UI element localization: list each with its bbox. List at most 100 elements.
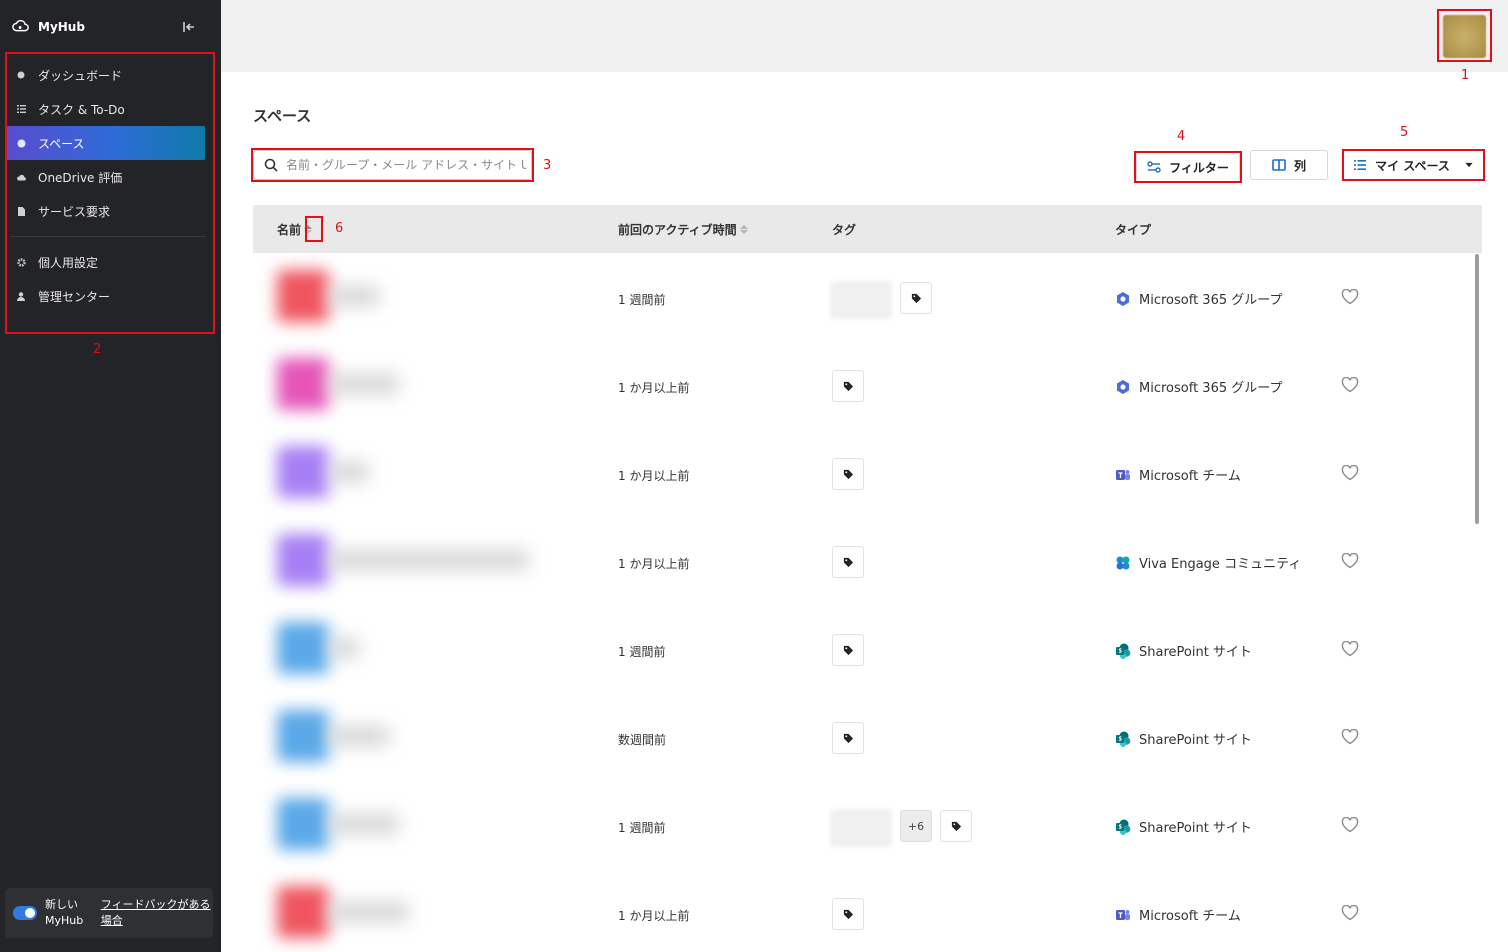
space-name[interactable] <box>269 444 589 506</box>
last-active-cell: 1 週間前 <box>618 293 666 307</box>
tag-icon <box>843 733 854 744</box>
page-title: スペース <box>253 107 312 125</box>
add-tag-button[interactable] <box>832 458 864 490</box>
type-cell: Microsoft チーム <box>1115 905 1241 924</box>
type-label: Microsoft チーム <box>1139 469 1241 484</box>
table-row[interactable]: 1 週間前 Microsoft 365 グループ <box>253 254 1475 342</box>
sidebar-item-service-request[interactable]: サービス要求 <box>6 194 206 228</box>
view-select-dropdown[interactable]: マイ スペース <box>1343 150 1484 180</box>
table-row[interactable]: 1 週間前 +6 SharePoint サイト <box>253 782 1475 870</box>
space-name[interactable] <box>269 532 589 594</box>
sidebar-item-onedrive[interactable]: OneDrive 評価 <box>6 160 206 194</box>
viva-engage-icon <box>1115 555 1131 571</box>
new-myhub-toggle-panel: 新しい MyHub フィードバックがある場合 <box>5 888 213 938</box>
type-label: Microsoft チーム <box>1139 909 1241 924</box>
table-row[interactable]: 1 週間前 SharePoint サイト <box>253 606 1475 694</box>
add-tag-button[interactable] <box>832 634 864 666</box>
space-avatar <box>277 534 329 586</box>
space-name[interactable] <box>269 708 589 770</box>
add-tag-button[interactable] <box>832 546 864 578</box>
brand[interactable]: MyHub <box>12 18 85 36</box>
sidebar-item-dashboard[interactable]: ダッシュボード <box>6 58 206 92</box>
type-cell: Microsoft 365 グループ <box>1115 377 1282 396</box>
tag-icon <box>843 381 854 392</box>
sidebar-item-label: サービス要求 <box>38 204 111 219</box>
dashboard-icon <box>16 70 26 80</box>
sidebar-item-label: 管理センター <box>38 289 111 304</box>
avatar[interactable] <box>1443 15 1486 58</box>
search-icon <box>264 158 278 172</box>
space-name[interactable] <box>269 620 589 682</box>
favorite-heart-icon[interactable] <box>1341 377 1359 393</box>
table-row[interactable]: 1 か月以上前 Viva Engage コミュニティ <box>253 518 1475 606</box>
column-header-label: 名前 <box>277 223 302 237</box>
type-cell: SharePoint サイト <box>1115 817 1252 836</box>
favorite-heart-icon[interactable] <box>1341 817 1359 833</box>
space-name[interactable] <box>269 884 589 946</box>
sidebar-item-label: 個人用設定 <box>38 255 99 270</box>
sidebar-item-tasks[interactable]: タスク & To-Do <box>6 92 206 126</box>
favorite-heart-icon[interactable] <box>1341 641 1359 657</box>
tag-chip[interactable] <box>830 809 892 847</box>
filter-button[interactable]: フィルター <box>1136 152 1240 182</box>
favorite-heart-icon[interactable] <box>1341 465 1359 481</box>
column-header-last-active[interactable]: 前回のアクティブ時間 <box>618 221 748 238</box>
sort-icon[interactable] <box>739 225 748 234</box>
space-name[interactable] <box>269 268 589 330</box>
column-header-name[interactable]: 名前 <box>277 221 313 238</box>
last-active-cell: 1 か月以上前 <box>618 557 690 571</box>
column-header-tags: タグ <box>832 221 856 238</box>
add-tag-button[interactable] <box>832 722 864 754</box>
columns-button[interactable]: 列 <box>1250 150 1328 180</box>
new-myhub-toggle[interactable] <box>13 906 37 920</box>
table-row[interactable]: 1 か月以上前 Microsoft 365 グループ <box>253 342 1475 430</box>
add-tag-button[interactable] <box>832 898 864 930</box>
search-input[interactable] <box>286 158 526 172</box>
add-tag-button[interactable] <box>900 282 932 314</box>
search-box[interactable] <box>253 150 532 180</box>
space-name-text <box>329 638 359 658</box>
table-row[interactable]: 数週間前 SharePoint サイト <box>253 694 1475 782</box>
person-icon <box>16 291 26 301</box>
favorite-heart-icon[interactable] <box>1341 289 1359 305</box>
feedback-link[interactable]: フィードバックがある場合 <box>101 897 213 929</box>
annotation-number: 2 <box>93 342 102 357</box>
tag-chip[interactable] <box>830 281 892 319</box>
more-tags-badge[interactable]: +6 <box>900 810 932 842</box>
space-name-text <box>329 374 399 394</box>
column-header-label: タグ <box>832 223 857 237</box>
column-header-label: 前回のアクティブ時間 <box>618 223 737 237</box>
type-cell: SharePoint サイト <box>1115 729 1252 748</box>
type-cell: SharePoint サイト <box>1115 641 1252 660</box>
table-row[interactable]: 1 か月以上前 Microsoft チーム <box>253 870 1475 952</box>
scrollbar[interactable] <box>1475 254 1479 524</box>
type-label: SharePoint サイト <box>1139 821 1252 836</box>
sidebar-item-label: OneDrive 評価 <box>38 170 123 185</box>
favorite-heart-icon[interactable] <box>1341 553 1359 569</box>
space-name[interactable] <box>269 356 589 418</box>
sidebar-item-admin-center[interactable]: 管理センター <box>6 279 206 313</box>
add-tag-button[interactable] <box>832 370 864 402</box>
type-label: SharePoint サイト <box>1139 645 1252 660</box>
sidebar-item-personal-settings[interactable]: 個人用設定 <box>6 245 206 279</box>
table-header: 名前 前回のアクティブ時間 タグ タイプ <box>253 205 1482 253</box>
myhub-logo-icon <box>12 19 29 32</box>
list-icon <box>16 104 26 114</box>
collapse-sidebar-icon[interactable] <box>182 20 196 34</box>
last-active-cell: 1 か月以上前 <box>618 909 690 923</box>
filter-icon <box>1147 161 1161 173</box>
space-name[interactable] <box>269 796 589 858</box>
add-tag-button[interactable] <box>940 810 972 842</box>
sidebar-item-spaces[interactable]: スペース <box>6 126 205 160</box>
space-name-text <box>329 286 379 306</box>
sort-icon[interactable] <box>304 225 313 234</box>
favorite-heart-icon[interactable] <box>1341 905 1359 921</box>
space-avatar <box>277 270 329 322</box>
type-label: Viva Engage コミュニティ <box>1139 557 1302 572</box>
caret-down-icon <box>1465 162 1473 168</box>
favorite-heart-icon[interactable] <box>1341 729 1359 745</box>
document-icon <box>16 206 26 216</box>
sidebar: MyHub ダッシュボード タスク & To-Do スペース OneDrive … <box>0 0 221 952</box>
type-cell: Microsoft チーム <box>1115 465 1241 484</box>
table-row[interactable]: 1 か月以上前 Microsoft チーム <box>253 430 1475 518</box>
